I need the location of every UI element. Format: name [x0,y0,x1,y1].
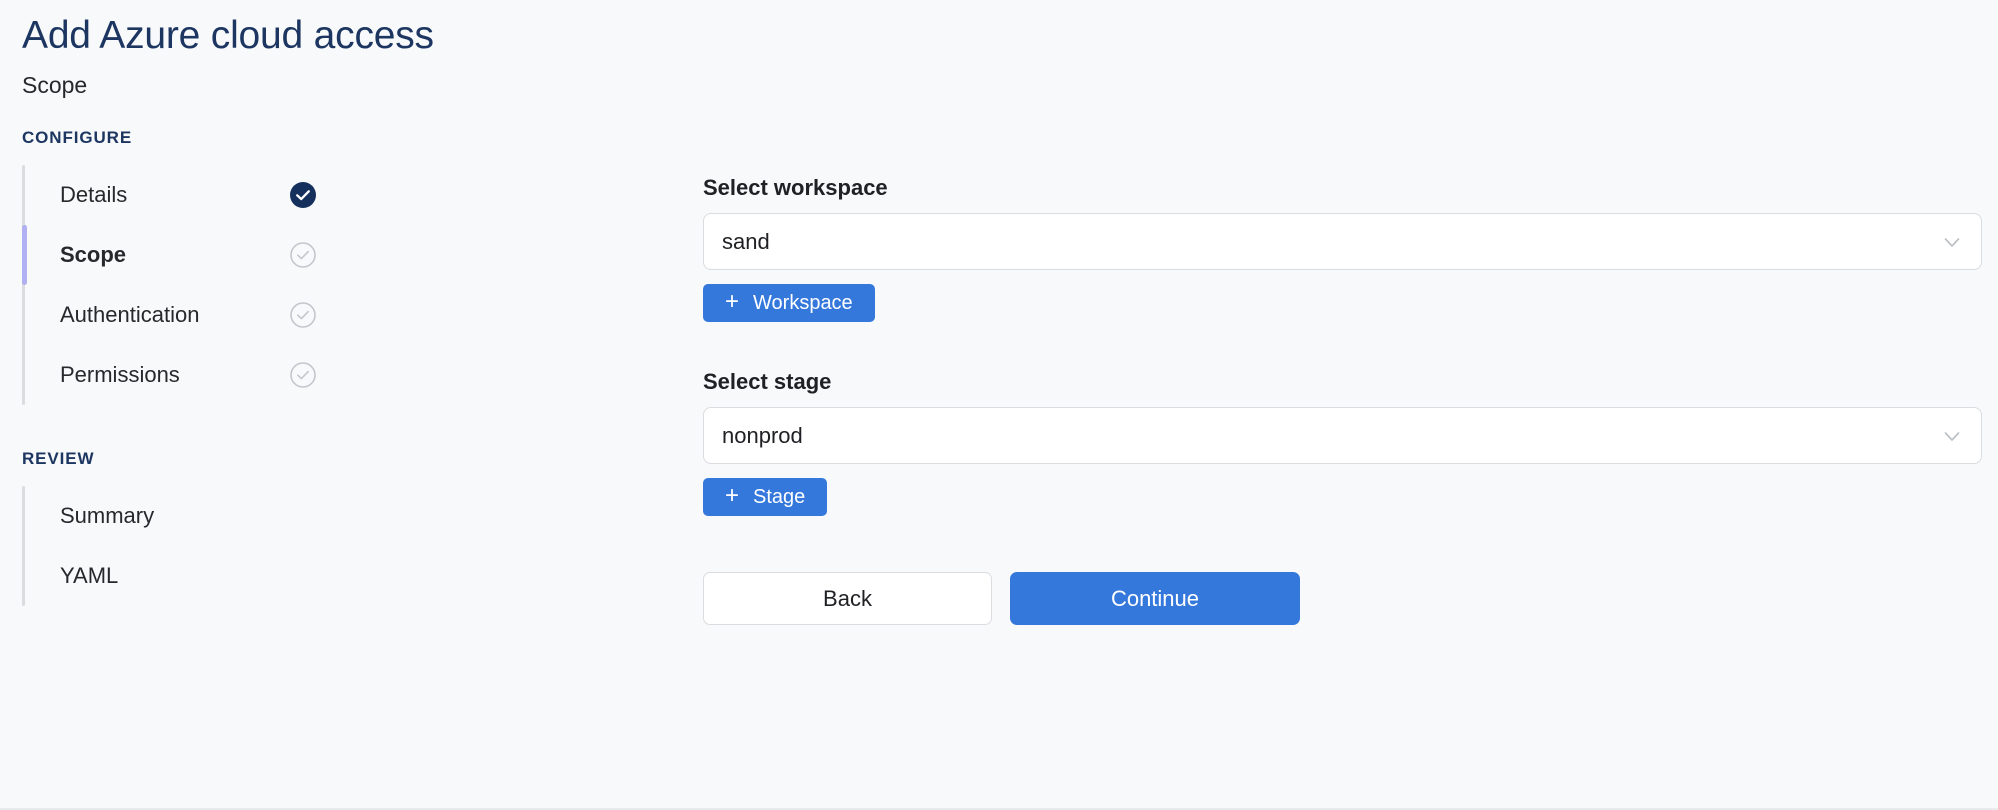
page-title: Add Azure cloud access [22,14,434,57]
active-indicator-bar [22,486,27,546]
workspace-select-value: sand [722,228,770,254]
check-circle-outline-icon [290,302,316,328]
add-workspace-button[interactable]: + Workspace [703,284,875,322]
page-subtitle: Scope [22,71,88,98]
chevron-down-icon[interactable] [1939,423,1965,449]
sidebar-item-label: Permissions [60,362,180,387]
step-group-title-review: REVIEW [22,449,95,468]
sidebar-item-authentication[interactable]: Authentication [60,285,372,345]
stage-field-block: Select stage nonprod + Stage [703,369,1982,516]
sidebar-item-summary[interactable]: Summary [60,486,372,546]
workspace-field-block: Select workspace sand + Workspace [703,175,1982,322]
form-actions: Back Continue [703,572,1982,625]
chevron-down-icon[interactable] [1939,229,1965,255]
workspace-select[interactable]: sand [703,213,1982,270]
workspace-label: Select workspace [703,175,888,200]
stage-select[interactable]: nonprod [703,407,1982,464]
stage-select-value: nonprod [722,422,803,448]
active-indicator-bar [22,225,27,285]
check-circle-filled-icon [290,182,316,208]
stage-label: Select stage [703,369,832,394]
back-button[interactable]: Back [703,572,992,625]
active-indicator-bar [22,165,27,225]
check-circle-outline-icon [290,362,316,388]
sidebar-item-label: Details [60,182,128,207]
step-group-title-configure: CONFIGURE [22,128,133,147]
sidebar-item-scope[interactable]: Scope [22,225,372,285]
step-list-configure: Details Scope Authentication Permissions [22,165,372,405]
step-list-review: Summary YAML [22,486,372,606]
add-stage-button-label: Stage [753,485,806,508]
sidebar-item-label: Scope [60,242,127,267]
active-indicator-bar [22,285,27,345]
add-stage-button[interactable]: + Stage [703,478,828,516]
sidebar-item-label: Authentication [60,302,200,327]
sidebar-item-label: Summary [60,503,155,528]
check-circle-outline-icon [290,242,316,268]
sidebar-item-label: YAML [60,563,119,588]
sidebar-item-permissions[interactable]: Permissions [60,345,372,405]
scope-form-panel: Select workspace sand + Workspace Select… [703,175,1982,625]
active-indicator-bar [22,546,27,606]
plus-icon: + [725,482,740,509]
page-header: Add Azure cloud access Scope [22,14,434,99]
active-indicator-bar [22,345,27,405]
continue-button[interactable]: Continue [1010,572,1300,625]
sidebar-item-details[interactable]: Details [60,165,372,225]
add-workspace-button-label: Workspace [753,291,853,314]
sidebar-item-yaml[interactable]: YAML [60,546,372,606]
wizard-stepper: CONFIGURE Details Scope Authentication P… [22,128,372,606]
plus-icon: + [725,288,740,315]
